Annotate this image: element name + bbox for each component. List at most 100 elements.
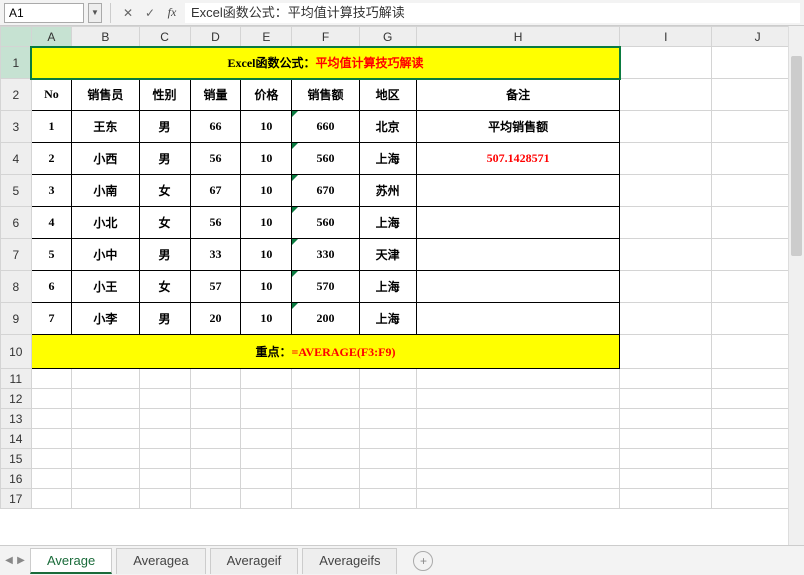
- cell-G15[interactable]: [359, 449, 416, 469]
- cell-region[interactable]: 上海: [359, 303, 416, 335]
- row-header-3[interactable]: 3: [1, 111, 32, 143]
- cell-volume[interactable]: 66: [190, 111, 241, 143]
- cell-gender[interactable]: 男: [139, 303, 190, 335]
- cell-I14[interactable]: [620, 429, 712, 449]
- cell-no[interactable]: 2: [31, 143, 72, 175]
- row-header-5[interactable]: 5: [1, 175, 32, 207]
- cell-I17[interactable]: [620, 489, 712, 509]
- cell-volume[interactable]: 20: [190, 303, 241, 335]
- cell-I6[interactable]: [620, 207, 712, 239]
- cell-region[interactable]: 天津: [359, 239, 416, 271]
- cell-no[interactable]: 6: [31, 271, 72, 303]
- cell-E15[interactable]: [241, 449, 292, 469]
- cell-I15[interactable]: [620, 449, 712, 469]
- column-header-I[interactable]: I: [620, 27, 712, 47]
- cell-I2[interactable]: [620, 79, 712, 111]
- cell-A15[interactable]: [31, 449, 72, 469]
- row-header-10[interactable]: 10: [1, 335, 32, 369]
- cell-H16[interactable]: [416, 469, 620, 489]
- hdr-region[interactable]: 地区: [359, 79, 416, 111]
- row-header-6[interactable]: 6: [1, 207, 32, 239]
- cell-E11[interactable]: [241, 369, 292, 389]
- cell-F12[interactable]: [292, 389, 359, 409]
- cell-C16[interactable]: [139, 469, 190, 489]
- hdr-person[interactable]: 销售员: [72, 79, 139, 111]
- cell-A16[interactable]: [31, 469, 72, 489]
- confirm-formula-button[interactable]: ✓: [141, 4, 159, 22]
- row-header-4[interactable]: 4: [1, 143, 32, 175]
- cell-remark[interactable]: [416, 303, 620, 335]
- cell-amount[interactable]: 560: [292, 207, 359, 239]
- cell-I3[interactable]: [620, 111, 712, 143]
- cell-no[interactable]: 4: [31, 207, 72, 239]
- hdr-volume[interactable]: 销量: [190, 79, 241, 111]
- cell-amount[interactable]: 660: [292, 111, 359, 143]
- spreadsheet-grid[interactable]: ABCDEFGHIJ 1Excel函数公式：平均值计算技巧解读2No销售员性别销…: [0, 26, 804, 509]
- sheet-tab-averagea[interactable]: Averagea: [116, 548, 205, 574]
- row-header-14[interactable]: 14: [1, 429, 32, 449]
- cell-gender[interactable]: 男: [139, 143, 190, 175]
- cell-no[interactable]: 1: [31, 111, 72, 143]
- cell-C15[interactable]: [139, 449, 190, 469]
- footer-cell[interactable]: 重点：=AVERAGE(F3:F9): [31, 335, 620, 369]
- sheet-tab-averageif[interactable]: Averageif: [210, 548, 299, 574]
- cell-price[interactable]: 10: [241, 303, 292, 335]
- cell-E14[interactable]: [241, 429, 292, 449]
- cell-A13[interactable]: [31, 409, 72, 429]
- cell-E17[interactable]: [241, 489, 292, 509]
- cell-I16[interactable]: [620, 469, 712, 489]
- cell-remark[interactable]: 平均销售额: [416, 111, 620, 143]
- cell-B15[interactable]: [72, 449, 139, 469]
- cell-I9[interactable]: [620, 303, 712, 335]
- row-header-13[interactable]: 13: [1, 409, 32, 429]
- cell-E12[interactable]: [241, 389, 292, 409]
- cell-H17[interactable]: [416, 489, 620, 509]
- select-all-corner[interactable]: [1, 27, 32, 47]
- cell-D11[interactable]: [190, 369, 241, 389]
- cell-gender[interactable]: 女: [139, 175, 190, 207]
- cell-amount[interactable]: 560: [292, 143, 359, 175]
- cell-D16[interactable]: [190, 469, 241, 489]
- hdr-remark[interactable]: 备注: [416, 79, 620, 111]
- row-header-9[interactable]: 9: [1, 303, 32, 335]
- cell-person[interactable]: 小西: [72, 143, 139, 175]
- cell-H11[interactable]: [416, 369, 620, 389]
- cell-A17[interactable]: [31, 489, 72, 509]
- cell-A14[interactable]: [31, 429, 72, 449]
- column-header-B[interactable]: B: [72, 27, 139, 47]
- cell-person[interactable]: 小王: [72, 271, 139, 303]
- cell-B13[interactable]: [72, 409, 139, 429]
- cell-G13[interactable]: [359, 409, 416, 429]
- hdr-no[interactable]: No: [31, 79, 72, 111]
- cell-C14[interactable]: [139, 429, 190, 449]
- cancel-formula-button[interactable]: ✕: [119, 4, 137, 22]
- cell-no[interactable]: 7: [31, 303, 72, 335]
- cell-person[interactable]: 小中: [72, 239, 139, 271]
- cell-E16[interactable]: [241, 469, 292, 489]
- cell-amount[interactable]: 570: [292, 271, 359, 303]
- cell-I1[interactable]: [620, 47, 712, 79]
- cell-B11[interactable]: [72, 369, 139, 389]
- cell-price[interactable]: 10: [241, 207, 292, 239]
- hdr-price[interactable]: 价格: [241, 79, 292, 111]
- cell-person[interactable]: 小南: [72, 175, 139, 207]
- cell-G14[interactable]: [359, 429, 416, 449]
- name-box-dropdown[interactable]: ▼: [88, 3, 102, 23]
- column-header-E[interactable]: E: [241, 27, 292, 47]
- formula-input[interactable]: Excel函数公式：平均值计算技巧解读: [185, 3, 800, 23]
- name-box[interactable]: [4, 3, 84, 23]
- cell-no[interactable]: 5: [31, 239, 72, 271]
- cell-region[interactable]: 上海: [359, 143, 416, 175]
- row-header-17[interactable]: 17: [1, 489, 32, 509]
- cell-I13[interactable]: [620, 409, 712, 429]
- cell-region[interactable]: 上海: [359, 271, 416, 303]
- hdr-amount[interactable]: 销售额: [292, 79, 359, 111]
- column-header-A[interactable]: A: [31, 27, 72, 47]
- hdr-gender[interactable]: 性别: [139, 79, 190, 111]
- cell-D17[interactable]: [190, 489, 241, 509]
- cell-price[interactable]: 10: [241, 143, 292, 175]
- row-header-16[interactable]: 16: [1, 469, 32, 489]
- cell-price[interactable]: 10: [241, 271, 292, 303]
- cell-D14[interactable]: [190, 429, 241, 449]
- cell-I7[interactable]: [620, 239, 712, 271]
